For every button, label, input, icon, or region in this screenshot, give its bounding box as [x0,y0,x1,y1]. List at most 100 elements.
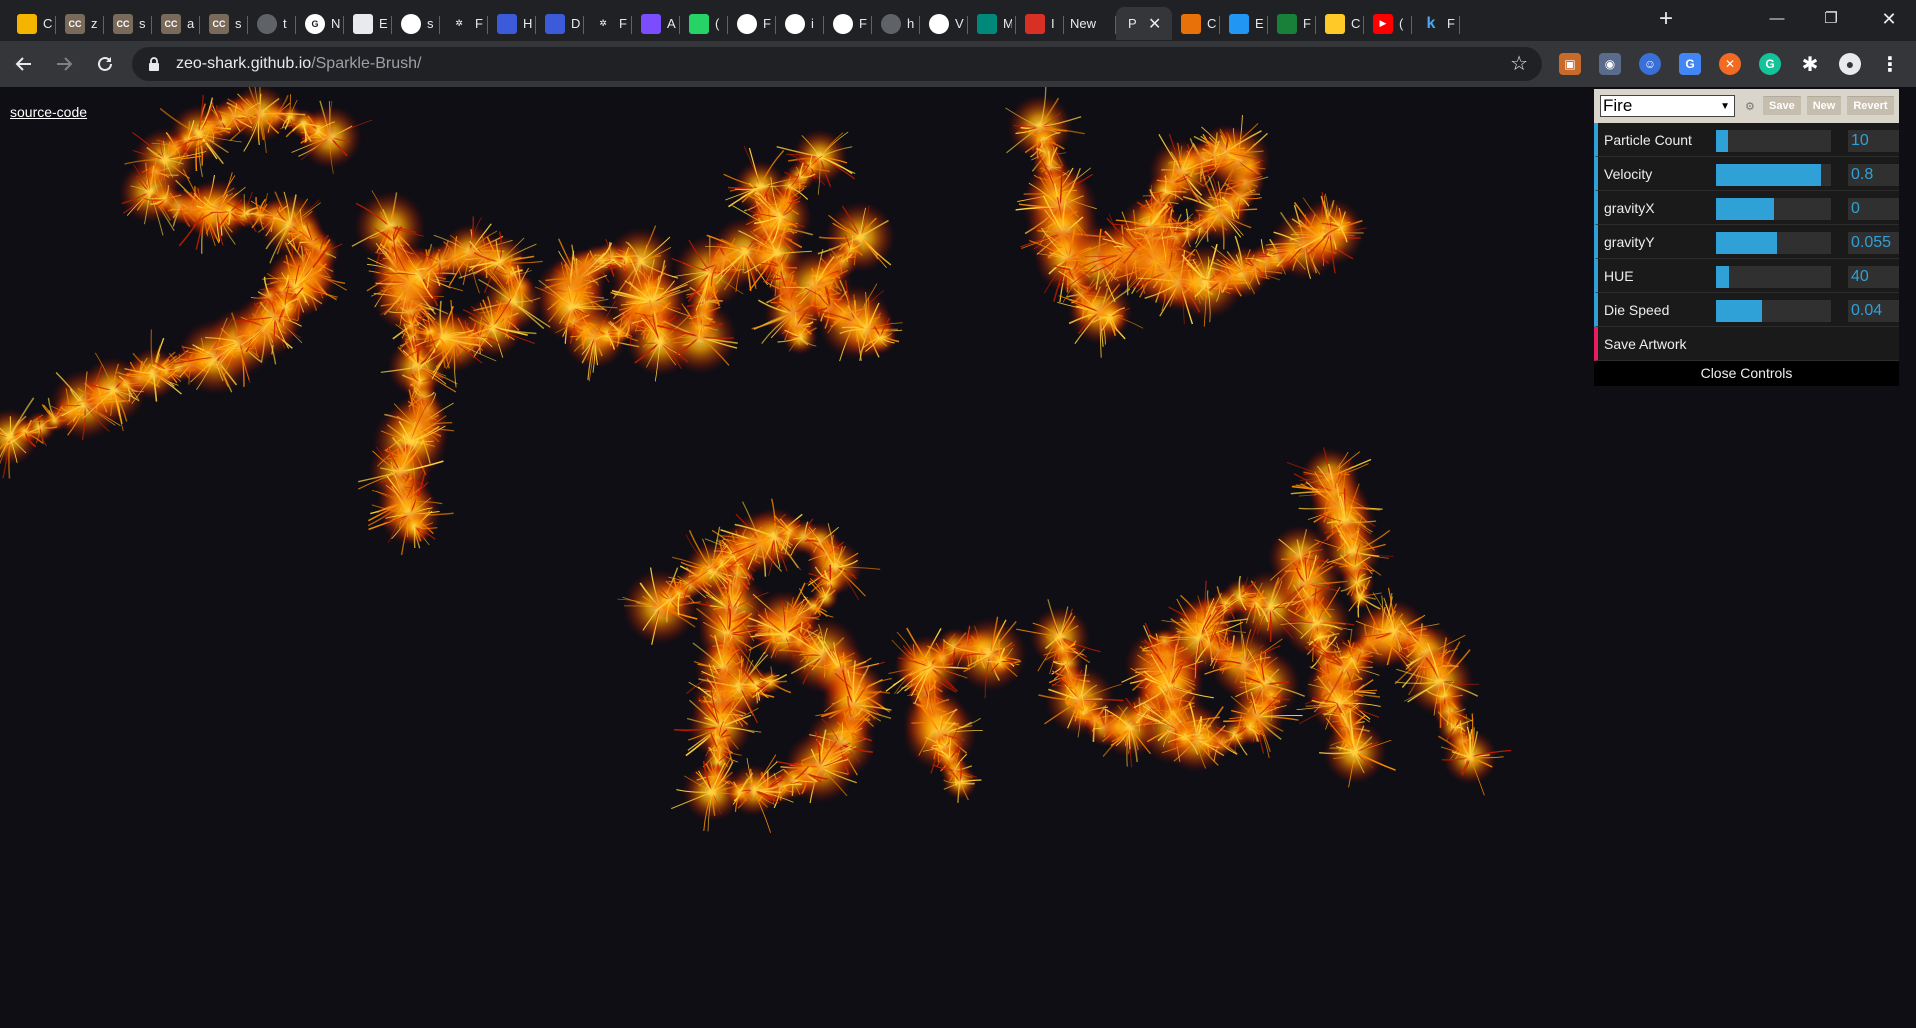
sparkle-core [1107,314,1113,320]
forward-arrow-icon [57,57,73,71]
tab-title: D [571,16,580,31]
sparkle-core [781,630,789,639]
reload-icon [98,56,112,71]
sparkle-core [767,679,773,685]
browser-tab[interactable]: F [1268,7,1316,40]
youtube-icon: ▶ [1373,13,1393,34]
tab-title: a [187,16,195,31]
browser-tab[interactable]: CC z [56,7,104,40]
cc-icon: CC [65,13,85,34]
browser-tab[interactable]: E [1220,7,1268,40]
back-arrow-icon [15,57,31,71]
sparkle-ray [413,526,416,549]
browser-tab[interactable]: I [1016,7,1064,40]
sparkle-core [301,121,306,126]
browser-tab[interactable]: CC a [152,7,200,40]
drop-icon [641,13,661,34]
sparkle-ray [769,680,787,683]
browser-tab[interactable]: V [920,7,968,40]
sparkle-core [752,682,758,687]
browser-tab[interactable]: ( [680,7,728,40]
profile-avatar-icon[interactable]: ● [1839,53,1861,75]
browser-tab[interactable]: CC s [104,7,152,40]
flutter-icon [1229,13,1249,34]
url-text: zeo-shark.github.io/Sparkle-Brush/ [176,55,421,73]
sparkle-icon [1181,13,1201,34]
minimize-button[interactable]: — [1754,4,1800,34]
sparkle-brush-page: source-code Fire ▼ ⚙ Save New Revert Par… [0,87,1916,1028]
browser-tab-new[interactable]: New [1064,7,1116,40]
slides-icon [17,13,37,34]
globe-icon [257,13,277,34]
sparkle-core [776,213,784,221]
browser-tab[interactable]: C [1316,7,1364,40]
tab-title: ( [715,16,720,31]
close-tab-icon[interactable]: ✕ [1148,14,1161,34]
github-icon [833,13,853,34]
browser-tab[interactable]: F [728,7,776,40]
browser-tab[interactable]: ✲ F [440,7,488,40]
browser-tab[interactable]: M [968,7,1016,40]
extension-icon-3[interactable]: ☺ [1639,53,1661,75]
sparkle-core [656,338,664,346]
browser-tab[interactable]: CC s [200,7,248,40]
forward-button[interactable] [50,50,78,78]
browser-tab[interactable]: s [392,7,440,40]
sparkle-strokes [0,87,1512,833]
tab-separator [1459,16,1460,34]
grammarly-icon[interactable]: G [1759,53,1781,75]
meet-icon [977,13,997,34]
close-window-button[interactable]: ✕ [1866,4,1912,34]
extension-icon-5[interactable]: ✕ [1719,53,1741,75]
sparkle-core [797,334,803,340]
sparkle-core [822,594,828,600]
extension-icon-1[interactable]: ▣ [1559,53,1581,75]
sparkle-core [737,789,743,795]
github-icon [785,13,805,34]
new-tab-button[interactable]: + [1652,6,1680,34]
browser-tab[interactable]: ▶( [1364,7,1412,40]
browser-tab[interactable]: H [488,7,536,40]
firebase-icon [1325,13,1345,34]
tab-title: C [1207,16,1216,31]
tab-title: ( [1399,16,1404,31]
browser-tab[interactable]: ✲ F [584,7,632,40]
browser-tab[interactable]: t [248,7,296,40]
tab-title: F [619,16,627,31]
sparkle-core [412,524,418,530]
bookmark-star-icon[interactable]: ☆ [1510,53,1528,75]
tab-list: C CC z CC s CC a CC s t G N Es ✲ F H D ✲ F A(Fi Fh V M I New P ✕ C E… [8,4,1460,41]
browser-tab[interactable]: A [632,7,680,40]
active-tab[interactable]: P ✕ [1116,7,1172,40]
sparkle-core [37,424,43,430]
translate-icon[interactable]: G [1679,53,1701,75]
browser-tab[interactable]: C [1172,7,1220,40]
sparkle-core [997,659,1003,665]
address-bar[interactable]: zeo-shark.github.io/Sparkle-Brush/ ☆ [132,47,1542,81]
sparkle-core [427,329,433,335]
extension-icon-2[interactable]: ◉ [1599,53,1621,75]
browser-tab[interactable]: F [824,7,872,40]
sparkle-core [708,788,716,796]
tab-title: z [91,16,98,31]
sparkle-core [282,304,288,310]
browser-tab[interactable]: D [536,7,584,40]
reload-button[interactable] [91,50,119,78]
openai-icon: ✲ [449,13,469,34]
restore-button[interactable]: ❐ [1808,4,1854,34]
extensions-puzzle-icon[interactable]: ✱ [1799,53,1821,76]
browser-tab[interactable]: C [8,7,56,40]
browser-tab[interactable]: i [776,7,824,40]
whatsapp-icon [689,13,709,34]
browser-tab[interactable]: h [872,7,920,40]
menu-kebab-icon[interactable]: ⋮ [1879,53,1901,76]
github-icon [737,13,757,34]
back-button[interactable] [10,50,38,78]
browser-tab[interactable]: kF [1412,7,1460,40]
browser-tab[interactable]: E [344,7,392,40]
google-icon: G [305,13,325,34]
browser-tab[interactable]: GN [296,7,344,40]
tab-title: s [139,16,146,31]
tab-title: F [763,16,771,31]
tab-title: h [907,16,915,31]
